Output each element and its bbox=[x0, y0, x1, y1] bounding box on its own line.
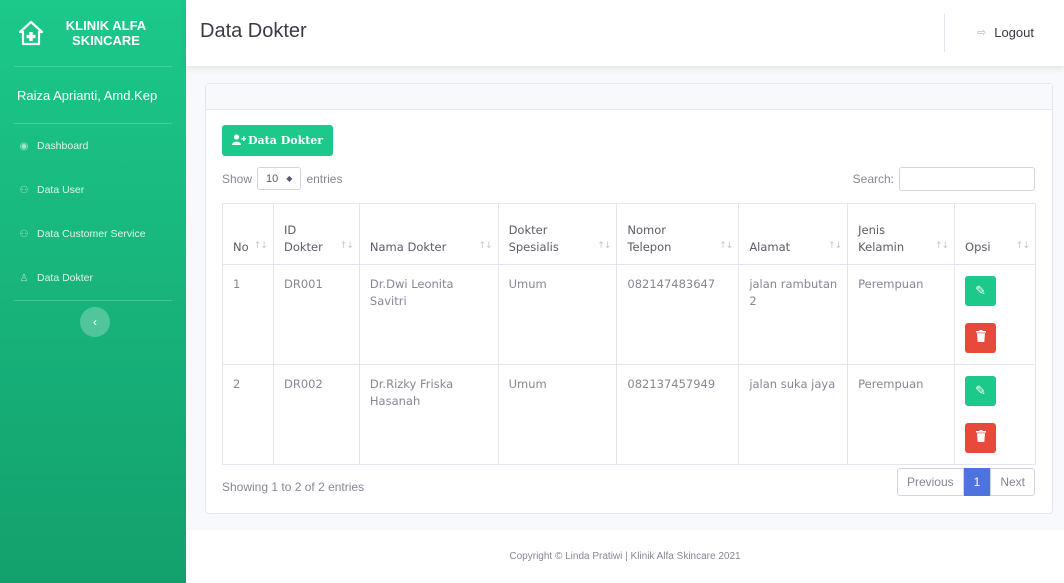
table-header-row: No ↑↓ ID Dokter ↑↓ Nama Dokter ↑↓ Dokter Spes… bbox=[222, 203, 1036, 265]
sort-icon: ↑↓ bbox=[339, 241, 354, 251]
page-1-button[interactable]: 1 bbox=[963, 468, 991, 496]
sort-icon: ↑↓ bbox=[253, 241, 268, 251]
cell-kelamin: Perempuan bbox=[847, 264, 956, 365]
brand-name: KLINIK ALFA SKINCARE bbox=[56, 18, 156, 48]
users-icon: ⚇ bbox=[19, 228, 29, 240]
sidebar-toggle-button[interactable]: ‹ bbox=[80, 307, 110, 337]
column-header-dokter-spesialis[interactable]: Dokter Spesialis ↑↓ bbox=[497, 203, 618, 265]
pagination: Previous 1 Next bbox=[896, 468, 1035, 496]
palette-icon: ◉ bbox=[19, 140, 29, 152]
sidebar-item-data-customer-service[interactable]: ⚇ Data Customer Service bbox=[0, 212, 186, 256]
page-title: Data Dokter bbox=[200, 20, 307, 42]
trash-icon bbox=[975, 329, 986, 347]
sidebar-item-dashboard[interactable]: ◉ Dashboard bbox=[0, 124, 186, 168]
cell-opsi: ✎ bbox=[954, 264, 1036, 365]
entries-select[interactable]: 10 ◆ bbox=[257, 167, 302, 190]
sidebar-item-data-dokter[interactable]: ♙ Data Dokter bbox=[0, 256, 186, 300]
sort-icon: ↑↓ bbox=[1015, 241, 1030, 251]
brand[interactable]: KLINIK ALFA SKINCARE bbox=[0, 0, 186, 66]
sidebar-divider bbox=[14, 300, 172, 301]
copyright-text: Copyright © Linda Pratiwi | Klinik Alfa … bbox=[509, 551, 741, 562]
cell-telepon: 082147483647 bbox=[616, 264, 740, 365]
cell-spesialis: Umum bbox=[497, 364, 618, 465]
column-header-alamat[interactable]: Alamat ↑↓ bbox=[738, 203, 849, 265]
cell-alamat: jalan suka jaya bbox=[738, 364, 849, 465]
cell-telepon: 082137457949 bbox=[616, 364, 740, 465]
table-row: 2 DR002 Dr.Rizky Friska Hasanah Umum 082… bbox=[222, 364, 1036, 465]
sort-icon: ↑↓ bbox=[478, 241, 492, 251]
chevron-left-icon: ‹ bbox=[93, 315, 97, 329]
topbar-divider bbox=[944, 14, 945, 52]
sort-icon: ↑↓ bbox=[828, 241, 842, 251]
cell-kelamin: Perempuan bbox=[847, 364, 956, 465]
user-plus-icon bbox=[232, 133, 246, 148]
cell-nama-dokter: Dr.Dwi Leonita Savitri bbox=[358, 264, 499, 365]
entries-select-value: 10 bbox=[266, 172, 279, 185]
user-icon: ♙ bbox=[19, 272, 29, 284]
cell-id-dokter: DR001 bbox=[272, 264, 360, 365]
column-header-opsi[interactable]: Opsi ↑↓ bbox=[954, 203, 1036, 265]
sidebar-item-label: Dashboard bbox=[37, 140, 89, 152]
logout-icon: ⇨ bbox=[977, 27, 987, 39]
table-row: 1 DR001 Dr.Dwi Leonita Savitri Umum 0821… bbox=[222, 264, 1036, 365]
delete-button[interactable] bbox=[965, 423, 997, 453]
edit-icon: ✎ bbox=[975, 383, 986, 399]
delete-button[interactable] bbox=[965, 323, 997, 353]
add-dokter-button[interactable]: Data Dokter bbox=[222, 125, 334, 156]
cell-no: 2 bbox=[222, 364, 274, 465]
search-control: Search: bbox=[853, 167, 1035, 191]
sidebar-user-name: Raiza Aprianti, Amd.Kep bbox=[17, 87, 158, 103]
data-card: Data Dokter Show 10 ◆ entries Search: No… bbox=[205, 83, 1053, 514]
cell-opsi: ✎ bbox=[954, 364, 1036, 465]
sidebar-item-label: Data User bbox=[37, 184, 85, 196]
brand-line2: SKINCARE bbox=[72, 33, 140, 48]
edit-button[interactable]: ✎ bbox=[965, 376, 997, 406]
entries-length-control: Show 10 ◆ entries bbox=[222, 167, 342, 190]
card-header bbox=[206, 84, 1052, 110]
column-header-id-dokter[interactable]: ID Dokter ↑↓ bbox=[272, 203, 360, 265]
topbar: Data Dokter ⇨ Logout bbox=[186, 0, 1064, 66]
column-header-no[interactable]: No ↑↓ bbox=[222, 203, 274, 265]
sort-icon: ↑↓ bbox=[719, 241, 733, 251]
column-header-nama-dokter[interactable]: Nama Dokter ↑↓ bbox=[358, 203, 499, 265]
brand-line1: KLINIK ALFA bbox=[65, 18, 147, 33]
search-label: Search: bbox=[852, 172, 894, 186]
column-header-nomor-telepon[interactable]: Nomor Telepon ↑↓ bbox=[616, 203, 740, 265]
dokter-table: No ↑↓ ID Dokter ↑↓ Nama Dokter ↑↓ Dokter Spes… bbox=[222, 203, 1036, 465]
sidebar-item-data-user[interactable]: ⚇ Data User bbox=[0, 168, 186, 212]
edit-button[interactable]: ✎ bbox=[965, 276, 997, 306]
previous-page-button[interactable]: Previous bbox=[896, 468, 964, 496]
cell-nama-dokter: Dr.Rizky Friska Hasanah bbox=[358, 364, 499, 465]
clinic-plus-icon bbox=[18, 20, 44, 46]
table-info: Showing 1 to 2 of 2 entries bbox=[222, 480, 365, 494]
sidebar-item-label: Data Customer Service bbox=[37, 228, 146, 240]
users-icon: ⚇ bbox=[19, 184, 29, 196]
footer: Copyright © Linda Pratiwi | Klinik Alfa … bbox=[186, 530, 1064, 583]
cell-no: 1 bbox=[222, 264, 274, 365]
sidebar: KLINIK ALFA SKINCARE Raiza Aprianti, Amd… bbox=[0, 0, 186, 583]
sidebar-item-label: Data Dokter bbox=[37, 272, 94, 284]
sort-icon: ↑↓ bbox=[597, 241, 611, 251]
cell-spesialis: Umum bbox=[497, 264, 618, 365]
column-header-jenis-kelamin[interactable]: Jenis Kelamin ↑↓ bbox=[847, 203, 956, 265]
search-input[interactable] bbox=[899, 167, 1035, 191]
cell-id-dokter: DR002 bbox=[272, 364, 360, 465]
logout-label: Logout bbox=[994, 25, 1034, 40]
cell-alamat: jalan rambutan 2 bbox=[738, 264, 849, 365]
add-dokter-label: Data Dokter bbox=[248, 134, 324, 147]
trash-icon bbox=[975, 429, 986, 447]
edit-icon: ✎ bbox=[975, 283, 986, 299]
sort-icon: ↑↓ bbox=[934, 241, 949, 251]
select-arrows-icon: ◆ bbox=[286, 174, 293, 183]
logout-link[interactable]: ⇨ Logout bbox=[977, 25, 1034, 40]
show-label: Show bbox=[222, 171, 253, 186]
entries-label: entries bbox=[306, 171, 343, 186]
next-page-button[interactable]: Next bbox=[990, 468, 1035, 496]
